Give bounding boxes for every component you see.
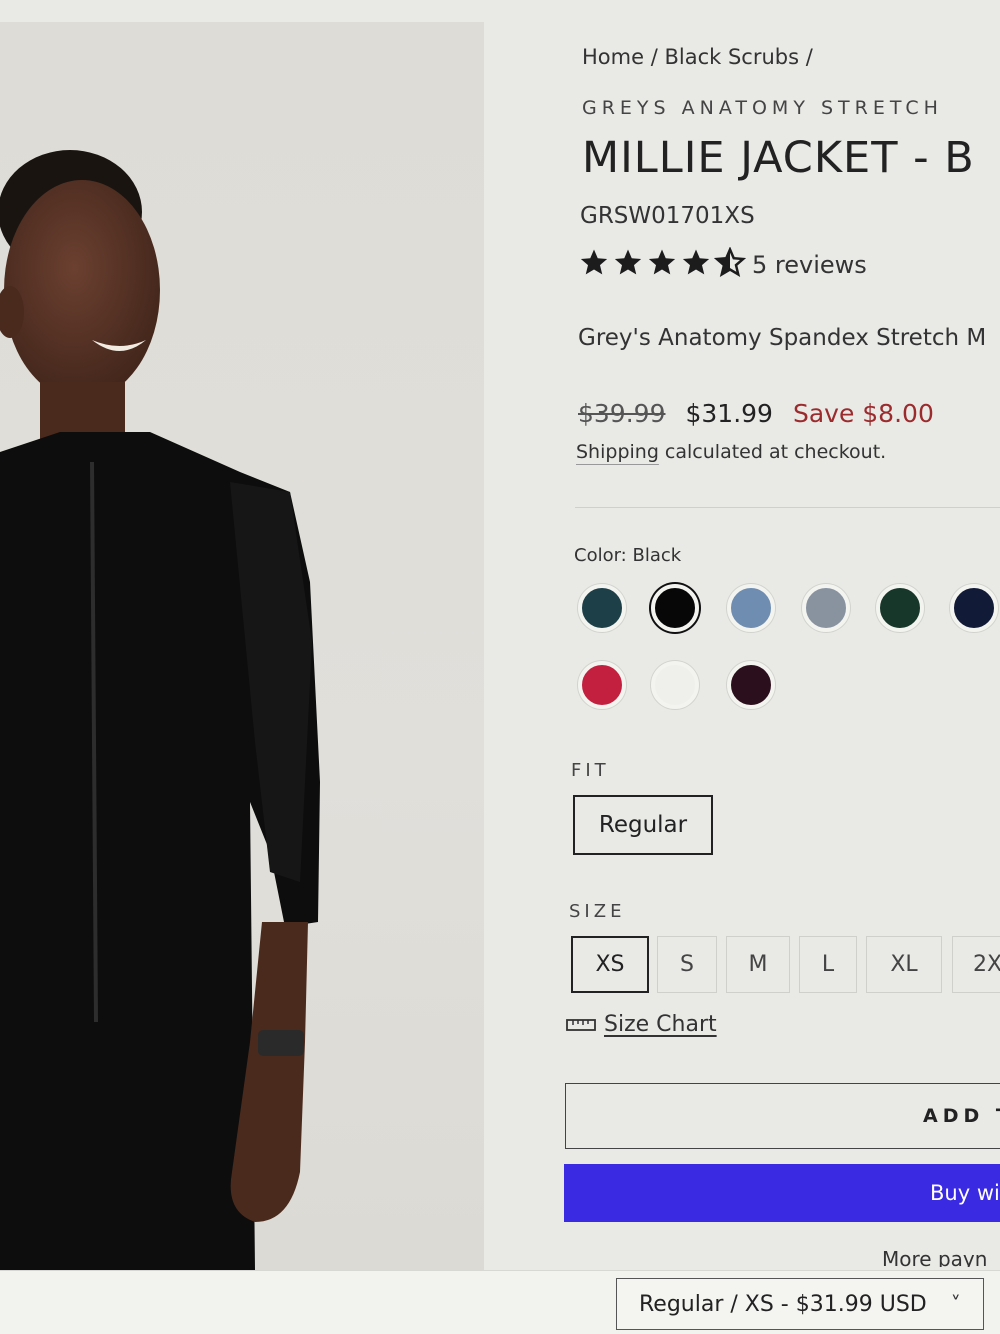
shipping-note: Shipping calculated at checkout. bbox=[576, 441, 886, 463]
current-price: $31.99 bbox=[685, 399, 773, 428]
rating-stars bbox=[578, 247, 746, 277]
savings-badge: Save $8.00 bbox=[792, 399, 934, 428]
size-option-xl[interactable]: XL bbox=[866, 936, 942, 993]
color-swatch[interactable] bbox=[727, 661, 775, 709]
ruler-icon bbox=[566, 1018, 596, 1031]
product-info: Home / Black Scrubs / GREYS ANATOMY STRE… bbox=[0, 0, 1000, 1334]
size-option-2x[interactable]: 2X bbox=[952, 936, 1000, 993]
size-label: SIZE bbox=[569, 901, 626, 922]
fit-option-regular[interactable]: Regular bbox=[573, 795, 713, 855]
product-description: Grey's Anatomy Spandex Stretch M bbox=[578, 325, 987, 351]
color-swatch[interactable] bbox=[727, 584, 775, 632]
compare-at-price: $39.99 bbox=[578, 399, 666, 428]
color-label: Color: Black bbox=[574, 545, 682, 566]
size-option-l[interactable]: L bbox=[799, 936, 857, 993]
size-option-xs[interactable]: XS bbox=[571, 936, 649, 993]
breadcrumb-home-link[interactable]: Home bbox=[582, 45, 644, 69]
color-swatch[interactable] bbox=[651, 661, 699, 709]
color-swatch[interactable] bbox=[578, 584, 626, 632]
reviews-count: 5 reviews bbox=[752, 251, 867, 279]
star-icon bbox=[648, 249, 676, 275]
star-icon bbox=[682, 249, 710, 275]
variant-select-value: Regular / XS - $31.99 USD bbox=[639, 1291, 927, 1317]
product-vendor: GREYS ANATOMY STRETCH bbox=[582, 97, 943, 119]
size-chart-link[interactable]: Size Chart bbox=[566, 1012, 717, 1037]
color-swatch[interactable] bbox=[802, 584, 850, 632]
divider bbox=[575, 507, 1000, 508]
fit-label: FIT bbox=[571, 760, 610, 781]
product-title: MILLIE JACKET - B bbox=[582, 133, 975, 183]
add-to-cart-button[interactable]: ADD T bbox=[565, 1083, 1000, 1149]
chevron-down-icon: ˅ bbox=[950, 1292, 961, 1316]
color-swatch[interactable] bbox=[950, 584, 998, 632]
star-icon bbox=[614, 249, 642, 275]
more-payment-options-link[interactable]: More payn bbox=[882, 1247, 987, 1267]
shipping-policy-link[interactable]: Shipping bbox=[576, 441, 659, 463]
size-option-s[interactable]: S bbox=[657, 936, 717, 993]
product-sku: GRSW01701XS bbox=[580, 203, 755, 229]
buy-now-button[interactable]: Buy wi bbox=[564, 1164, 1000, 1222]
breadcrumb-separator: / bbox=[799, 45, 813, 69]
breadcrumb: Home / Black Scrubs / bbox=[582, 45, 813, 69]
breadcrumb-category-link[interactable]: Black Scrubs bbox=[664, 45, 799, 69]
half-star-icon bbox=[714, 247, 746, 277]
color-swatch[interactable] bbox=[876, 584, 924, 632]
variant-select[interactable]: Regular / XS - $31.99 USD ˅ bbox=[616, 1278, 984, 1330]
size-chart-label: Size Chart bbox=[604, 1012, 717, 1037]
price-row: $39.99 $31.99 Save $8.00 bbox=[578, 399, 934, 428]
color-swatch-selected[interactable] bbox=[651, 584, 699, 632]
product-rating[interactable]: 5 reviews bbox=[578, 247, 867, 279]
color-swatch[interactable] bbox=[578, 661, 626, 709]
breadcrumb-separator: / bbox=[644, 45, 665, 69]
size-option-m[interactable]: M bbox=[726, 936, 790, 993]
star-icon bbox=[580, 249, 608, 275]
shipping-text: calculated at checkout. bbox=[658, 441, 887, 463]
